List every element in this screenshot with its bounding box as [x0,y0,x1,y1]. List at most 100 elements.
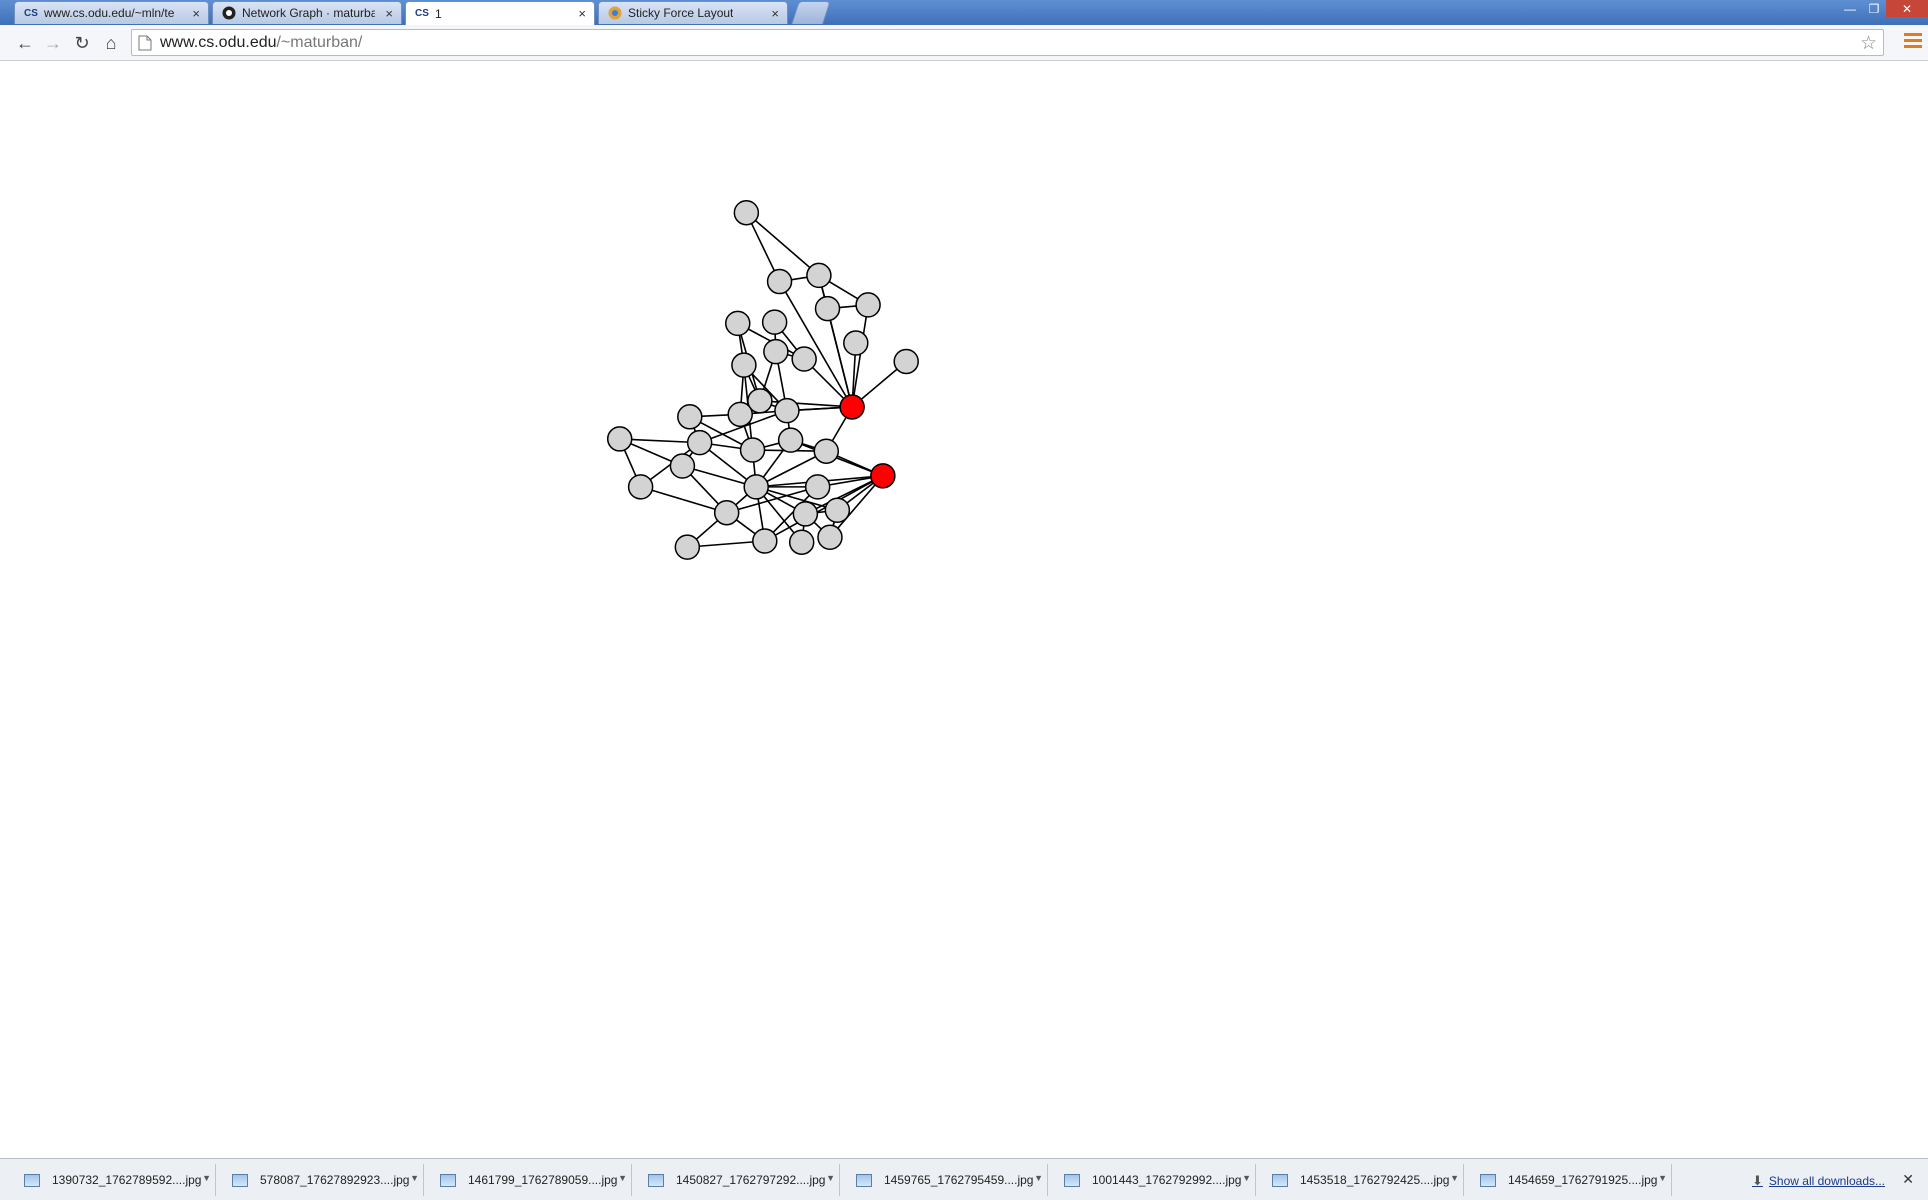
minimize-icon[interactable]: — [1838,0,1862,17]
download-filename: 1001443_1762792992....jpg [1092,1173,1242,1187]
download-item[interactable]: 1453518_1762792425....jpg ▼ [1258,1164,1464,1196]
cs-favicon-icon: CS [415,8,429,19]
download-filename: 1454659_1762791925....jpg [1508,1173,1658,1187]
dropdown-arrow-icon[interactable]: ▼ [618,1173,627,1183]
download-shelf: 1390732_1762789592....jpg ▼ 578087_17627… [0,1158,1928,1200]
forward-icon[interactable]: → [42,32,64,54]
tab-title: 1 [435,6,442,21]
graph-node[interactable] [674,534,701,560]
close-icon[interactable]: × [192,6,200,21]
graph-node-highlighted[interactable] [870,463,896,489]
download-item[interactable]: 1001443_1762792992....jpg ▼ [1050,1164,1256,1196]
image-file-icon [232,1173,248,1187]
tab-list: CS www.cs.odu.edu/~mln/te × Network Grap… [14,1,831,25]
page-icon [138,35,152,50]
graph-node[interactable] [766,268,793,295]
dropdown-arrow-icon[interactable]: ▼ [826,1173,835,1183]
back-icon[interactable]: ← [14,32,36,54]
download-item[interactable]: 1461799_1762789059....jpg ▼ [426,1164,632,1196]
tab-strip: CS www.cs.odu.edu/~mln/te × Network Grap… [0,0,1928,25]
menu-icon[interactable] [1904,33,1922,51]
graph-node[interactable] [791,346,817,372]
graph-node[interactable] [824,497,851,523]
download-filename: 1453518_1762792425....jpg [1300,1173,1450,1187]
bookmark-star-icon[interactable]: ☆ [1860,32,1877,55]
graph-node[interactable] [817,524,843,551]
tab-network-graph[interactable]: Network Graph · maturban × [212,1,402,24]
graph-node[interactable] [893,348,919,375]
image-file-icon [856,1173,872,1187]
graph-node[interactable] [763,338,789,365]
close-shelf-icon[interactable]: ✕ [1902,1171,1914,1188]
image-file-icon [1272,1173,1288,1187]
restore-icon[interactable]: ❐ [1862,0,1886,17]
graph-node[interactable] [727,401,753,428]
graph-node[interactable] [777,427,804,453]
new-tab-button[interactable] [791,1,831,24]
image-file-icon [1064,1173,1080,1187]
show-all-label: Show all downloads... [1768,1174,1885,1188]
url-path: /~maturban/ [276,33,363,51]
browser-toolbar: ← → ↻ ⌂ www.cs.odu.edu/~maturban/ ☆ [0,25,1928,61]
dropdown-arrow-icon[interactable]: ▼ [1242,1173,1251,1183]
graph-node-highlighted[interactable] [839,394,865,420]
graph-node[interactable] [814,295,841,322]
graph-node[interactable] [686,429,713,456]
graph-node[interactable] [627,474,654,500]
graph-node[interactable] [731,352,757,378]
reload-icon[interactable]: ↻ [71,32,93,54]
show-all-downloads-link[interactable]: ⬇ Show all downloads... [1752,1173,1885,1189]
download-item[interactable]: 578087_17627892923....jpg ▼ [218,1164,424,1196]
image-file-icon [24,1173,40,1187]
dropdown-arrow-icon[interactable]: ▼ [1034,1173,1043,1183]
dropdown-arrow-icon[interactable]: ▼ [202,1173,211,1183]
address-bar[interactable]: www.cs.odu.edu/~maturban/ ☆ [131,29,1884,56]
graph-node[interactable] [855,292,881,318]
dropdown-arrow-icon[interactable]: ▼ [1658,1173,1667,1183]
graph-node[interactable] [677,404,703,430]
tab-sticky-force-layout[interactable]: Sticky Force Layout × [598,1,788,24]
close-icon[interactable]: × [771,6,779,21]
download-item[interactable]: 1450827_1762797292....jpg ▼ [634,1164,840,1196]
download-item[interactable]: 1454659_1762791925....jpg ▼ [1466,1164,1672,1196]
graph-link [778,281,853,408]
tab-cs-mln[interactable]: CS www.cs.odu.edu/~mln/te × [14,1,209,24]
dropdown-arrow-icon[interactable]: ▼ [410,1173,419,1183]
graph-node[interactable] [792,501,819,527]
graph-node[interactable] [804,474,831,500]
graph-node[interactable] [739,437,766,463]
graph-node[interactable] [761,309,788,335]
download-item[interactable]: 1459765_1762795459....jpg ▼ [842,1164,1048,1196]
graph-node[interactable] [606,426,633,452]
home-icon[interactable]: ⌂ [100,32,122,54]
page-content [0,61,1928,1158]
close-icon[interactable]: × [385,6,393,21]
graph-node[interactable] [774,397,800,424]
graph-node[interactable] [843,330,869,356]
download-filename: 1450827_1762797292....jpg [676,1173,826,1187]
chrome-app-icon [607,6,623,20]
force-graph[interactable] [0,61,1928,1158]
window-controls: — ❐ ✕ [1838,0,1928,17]
graph-node[interactable] [725,310,751,337]
download-filename: 578087_17627892923....jpg [260,1173,410,1187]
download-filename: 1390732_1762789592....jpg [52,1173,202,1187]
graph-node[interactable] [806,262,832,289]
download-item[interactable]: 1390732_1762789592....jpg ▼ [10,1164,216,1196]
graph-node[interactable] [669,453,696,479]
github-icon [221,6,237,20]
download-filename: 1461799_1762789059....jpg [468,1173,618,1187]
graph-node[interactable] [733,199,760,226]
tab-active[interactable]: CS 1 × [405,1,595,25]
dropdown-arrow-icon[interactable]: ▼ [1450,1173,1459,1183]
window-close-icon[interactable]: ✕ [1886,0,1928,17]
graph-node[interactable] [813,438,840,464]
graph-node[interactable] [752,528,778,554]
close-icon[interactable]: × [578,6,586,21]
graph-node[interactable] [743,474,769,500]
cs-favicon-icon: CS [24,7,38,19]
image-file-icon [440,1173,456,1187]
graph-node[interactable] [713,499,740,526]
graph-node[interactable] [788,529,815,555]
graph-link [745,212,820,277]
